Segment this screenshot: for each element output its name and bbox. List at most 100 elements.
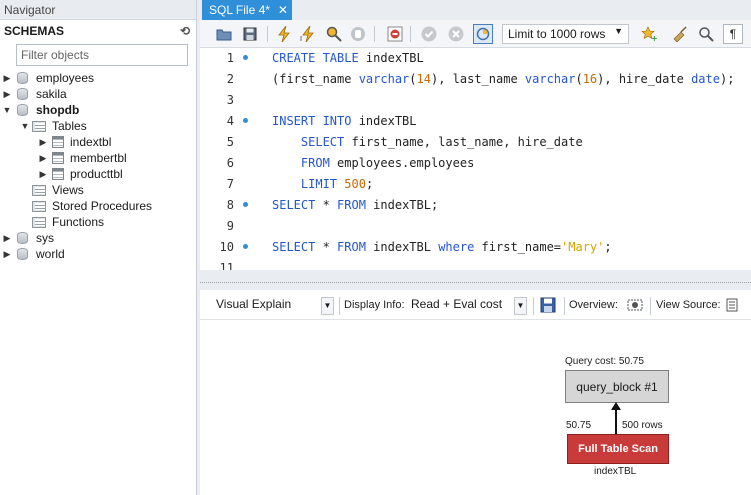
schema-item-sakila[interactable]: ▶ sakila (0, 86, 196, 102)
code-text: LIMIT 500; (300, 177, 374, 191)
tab-title: SQL File 4* (209, 3, 270, 17)
line-number: 5 (226, 135, 234, 149)
filter-input[interactable]: Filter objects (16, 44, 188, 66)
toolbar-separator (374, 26, 375, 42)
view-source-icon[interactable] (722, 295, 742, 315)
statement-marker-icon (243, 202, 248, 207)
expand-arrow-icon[interactable]: ▶ (2, 249, 12, 260)
expand-arrow-icon[interactable]: ▶ (2, 73, 12, 84)
overview-icon[interactable] (625, 295, 645, 315)
collapse-arrow-icon[interactable]: ▼ (20, 121, 30, 131)
code-line: 4 INSERT INTO indexTBL (200, 111, 751, 132)
svg-text:I: I (300, 35, 302, 42)
dropdown-arrow-icon: ▼ (614, 26, 623, 36)
schema-item-sys[interactable]: ▶ sys (0, 230, 196, 246)
arrow-up-icon (611, 402, 621, 410)
code-text: SELECT * FROM indexTBL; (272, 198, 439, 212)
tree-item-stored-procedures[interactable]: Stored Procedures (0, 198, 196, 214)
schema-item-shopdb[interactable]: ▼ shopdb (0, 102, 196, 118)
find-magnifier-icon[interactable] (696, 24, 716, 44)
statement-marker-icon (243, 118, 248, 123)
open-folder-icon[interactable] (214, 24, 234, 44)
commit-icon[interactable] (419, 24, 439, 44)
rollback-icon[interactable] (446, 24, 466, 44)
sql-editor[interactable]: 1 CREATE TABLE indexTBL 2 (first_name va… (200, 48, 751, 270)
table-icon (52, 168, 64, 180)
expand-arrow-icon[interactable]: ▶ (2, 233, 12, 244)
close-icon[interactable]: ✕ (278, 3, 288, 17)
expand-arrow-icon[interactable]: ▶ (38, 153, 48, 164)
dropdown-arrow-icon: ▼ (514, 297, 527, 315)
code-text: SELECT * FROM indexTBL where first_name=… (272, 240, 612, 254)
schema-label: employees (36, 71, 95, 85)
table-label: membertbl (70, 151, 127, 165)
line-number: 10 (219, 240, 234, 254)
tree-item-functions[interactable]: Functions (0, 214, 196, 230)
panel-splitter[interactable] (200, 282, 751, 290)
full-table-scan-node[interactable]: Full Table Scan (567, 434, 669, 464)
scan-table-label: indexTBL (594, 466, 637, 477)
invisible-characters-icon[interactable]: ¶ (723, 24, 743, 44)
expand-arrow-icon[interactable]: ▶ (38, 137, 48, 148)
add-snippet-star-icon[interactable]: + (639, 24, 659, 44)
expand-arrow-icon[interactable]: ▶ (38, 169, 48, 180)
code-text: FROM employees.employees (300, 156, 475, 170)
toolbar-separator (564, 297, 565, 315)
code-line: 11 (200, 258, 751, 270)
execute-icon[interactable] (274, 24, 294, 44)
toolbar-separator (339, 297, 340, 315)
database-icon (16, 104, 30, 116)
code-line: 7 LIMIT 500; (200, 174, 751, 195)
execute-current-icon[interactable]: I (298, 24, 318, 44)
code-line: 9 (200, 216, 751, 237)
navigator-panel: Navigator SCHEMAS ⟲ Filter objects ▶ emp… (0, 0, 197, 495)
explain-magnifier-icon[interactable] (324, 24, 344, 44)
refresh-icon[interactable]: ⟲ (180, 24, 190, 38)
code-line: 10 SELECT * FROM indexTBL where first_na… (200, 237, 751, 258)
table-label: indextbl (70, 135, 112, 149)
code-line: 2 (first_name varchar(14), last_name var… (200, 69, 751, 90)
sql-toolbar: I Limit to 1000 rows ▼ + ¶ (200, 20, 751, 48)
toolbar-separator (410, 26, 411, 42)
toggle-autocommit-icon[interactable] (473, 24, 493, 44)
overview-label: Overview: (569, 299, 618, 311)
query-block-node[interactable]: query_block #1 (565, 370, 669, 403)
scan-label: Full Table Scan (578, 443, 658, 455)
code-text: INSERT INTO indexTBL (272, 114, 417, 128)
schemas-label: SCHEMAS (4, 24, 65, 38)
collapse-arrow-icon[interactable]: ▼ (2, 105, 12, 115)
display-info-value: Read + Eval cost (411, 297, 503, 311)
table-item-producttbl[interactable]: ▶ producttbl (0, 166, 196, 182)
editor-tab-bar: SQL File 4* ✕ (200, 0, 751, 20)
edge-rows-label: 500 rows (622, 420, 663, 431)
line-number: 4 (226, 114, 234, 128)
schema-label: world (36, 247, 65, 261)
query-cost-label: Query cost: 50.75 (565, 356, 644, 367)
expand-arrow-icon[interactable]: ▶ (2, 89, 12, 100)
statement-marker-icon (243, 55, 248, 60)
tree-item-views[interactable]: Views (0, 182, 196, 198)
save-explain-icon[interactable] (538, 295, 558, 315)
limit-rows-select[interactable]: Limit to 1000 rows ▼ (502, 24, 629, 44)
beautify-broom-icon[interactable] (670, 24, 690, 44)
table-icon (52, 152, 64, 164)
stop-icon[interactable] (348, 24, 368, 44)
schema-item-employees[interactable]: ▶ employees (0, 70, 196, 86)
explain-mode-select[interactable]: Visual Explain ▼ (216, 297, 334, 315)
toolbar-separator (650, 297, 651, 315)
toggle-continue-on-error-icon[interactable] (385, 24, 405, 44)
tree-item-tables[interactable]: ▼ Tables (0, 118, 196, 134)
table-item-indextbl[interactable]: ▶ indextbl (0, 134, 196, 150)
functions-folder-icon (32, 216, 48, 228)
table-item-membertbl[interactable]: ▶ membertbl (0, 150, 196, 166)
tree-label: Stored Procedures (52, 199, 153, 213)
save-icon[interactable] (240, 24, 260, 44)
code-text: (first_name varchar(14), last_name varch… (272, 72, 735, 86)
tab-sql-file[interactable]: SQL File 4* ✕ (202, 0, 292, 20)
display-info-select[interactable]: Read + Eval cost ▼ (411, 297, 527, 315)
edge-cost-label: 50.75 (566, 420, 592, 431)
database-icon (16, 88, 30, 100)
display-info-label: Display Info: (344, 299, 405, 311)
schema-item-world[interactable]: ▶ world (0, 246, 196, 262)
views-folder-icon (32, 184, 48, 196)
